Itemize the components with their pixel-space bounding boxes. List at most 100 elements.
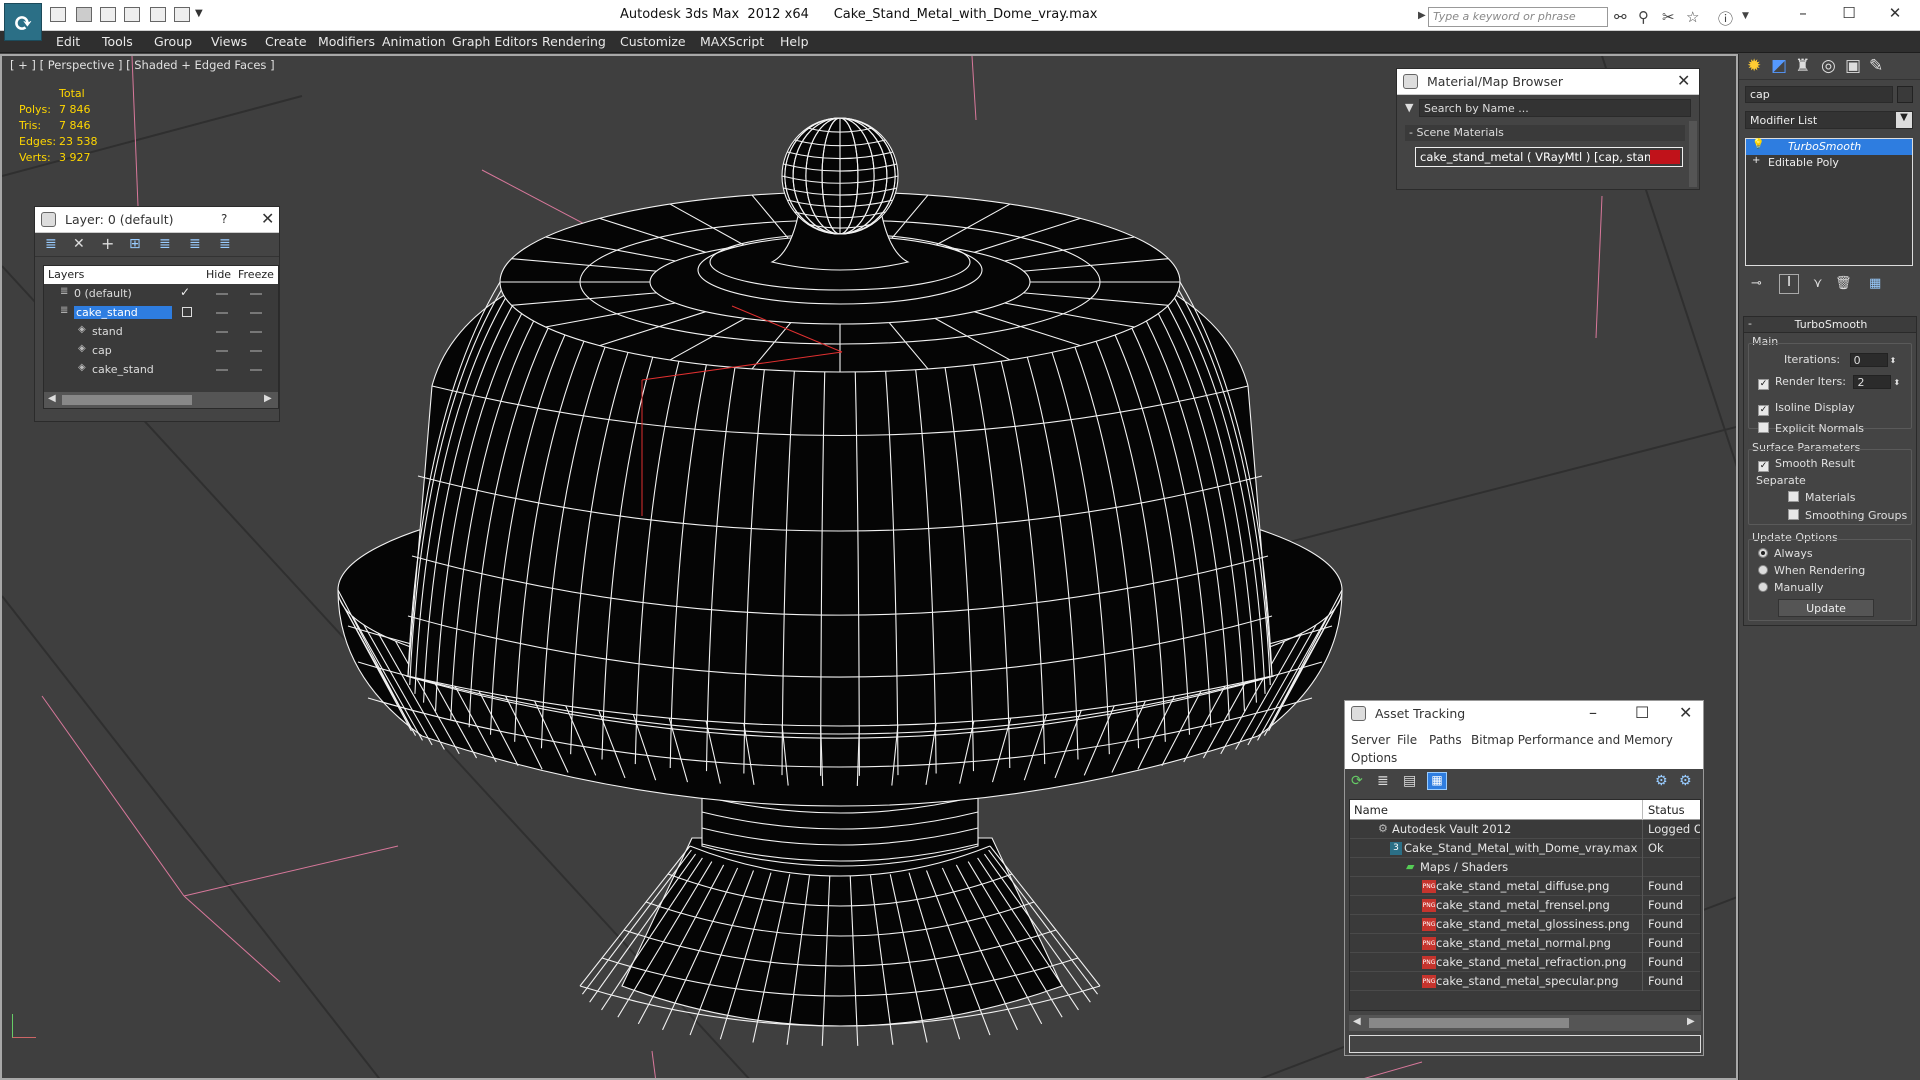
layers-column-header[interactable]: Layers (48, 268, 84, 281)
highlight-layer-icon[interactable]: ≣ (159, 236, 171, 252)
asset-maximize-button[interactable]: ☐ (1635, 703, 1649, 722)
asset-row[interactable]: PNG cake_stand_metal_specular.png Found (1350, 972, 1700, 991)
create-tab-icon[interactable]: ✹ (1747, 56, 1761, 76)
new-scene-icon[interactable] (100, 7, 116, 22)
layer-hide-toggle[interactable] (216, 331, 228, 333)
asset-menu-options[interactable]: Options (1351, 751, 1397, 765)
viewport-label[interactable]: [ + ] [ Perspective ] [ Shaded + Edged F… (10, 58, 275, 72)
asset-menu-server[interactable]: Server (1351, 733, 1390, 747)
layer-hide-toggle[interactable] (216, 293, 228, 295)
asset-path-field[interactable] (1349, 1035, 1701, 1053)
refresh-icon[interactable]: ⟳ (1351, 773, 1363, 789)
browser-options-icon[interactable]: ▼ (1405, 101, 1413, 114)
thumbnail-view-icon[interactable]: ▤ (1403, 773, 1416, 789)
display-tab-icon[interactable]: ▣ (1845, 56, 1861, 76)
help-icon[interactable]: ⓘ (1718, 8, 1733, 29)
manually-radio[interactable] (1758, 582, 1768, 592)
maximize-button[interactable]: ☐ (1838, 4, 1860, 24)
table-view-icon[interactable]: ▦ (1427, 772, 1447, 790)
hide-all-layers-icon[interactable]: ≣ (189, 236, 201, 252)
modifier-list-dropdown[interactable]: Modifier List ▼ (1745, 111, 1913, 129)
hierarchy-tab-icon[interactable]: ♜ (1795, 56, 1810, 76)
layer-row[interactable]: ◈ cake_stand (44, 360, 278, 379)
menu-animation[interactable]: Animation (382, 34, 446, 49)
undo-icon[interactable] (150, 7, 166, 22)
binoculars-icon[interactable]: ⚯ (1614, 8, 1627, 26)
render-iters-spinner[interactable]: 2 (1853, 375, 1892, 389)
asset-row[interactable]: ▰ Maps / Shaders (1350, 858, 1700, 877)
asset-row[interactable]: ⚙ Autodesk Vault 2012 Logged O (1350, 820, 1700, 839)
freeze-all-layers-icon[interactable]: ≣ (219, 236, 231, 252)
layer-freeze-toggle[interactable] (250, 331, 262, 333)
menu-views[interactable]: Views (211, 34, 247, 49)
materials-checkbox[interactable] (1788, 491, 1799, 502)
rollout-header[interactable]: - TurboSmooth (1744, 317, 1916, 333)
minimize-button[interactable]: – (1792, 4, 1814, 24)
material-browser-close-icon[interactable]: ✕ (1677, 71, 1690, 90)
configure-sets-icon[interactable]: ▦ (1869, 276, 1881, 291)
isoline-checkbox[interactable]: ✓ (1758, 405, 1769, 416)
column-divider[interactable] (1642, 800, 1643, 820)
asset-scroll-left-icon[interactable]: ◀ (1353, 1016, 1361, 1027)
asset-row[interactable]: PNG cake_stand_metal_normal.png Found (1350, 934, 1700, 953)
menu-customize[interactable]: Customize (620, 34, 686, 49)
layer-list-icon[interactable]: ≣ (45, 236, 57, 252)
hide-column-header[interactable]: Hide (206, 268, 231, 281)
pin-stack-icon[interactable]: ⊸ (1751, 276, 1762, 291)
layer-help-button[interactable]: ? (221, 212, 227, 226)
scroll-right-icon[interactable]: ▶ (264, 393, 272, 404)
menu-tools[interactable]: Tools (102, 34, 133, 49)
explicit-normals-checkbox[interactable] (1758, 422, 1769, 433)
asset-menu-paths[interactable]: Paths (1429, 733, 1462, 747)
layer-freeze-toggle[interactable] (250, 369, 262, 371)
freeze-column-header[interactable]: Freeze (238, 268, 274, 281)
current-layer-check-icon[interactable]: ✓ (180, 285, 190, 299)
help-dropdown-icon[interactable]: ▼ (1742, 11, 1749, 21)
asset-menu-file[interactable]: File (1397, 733, 1417, 747)
keyword-search-input[interactable]: Type a keyword or phrase (1428, 7, 1608, 27)
name-column-header[interactable]: Name (1354, 803, 1388, 817)
asset-menu-bitmap-performance[interactable]: Bitmap Performance and Memory (1471, 733, 1673, 747)
modify-tab-icon[interactable]: ◩ (1771, 56, 1787, 76)
asset-scroll-right-icon[interactable]: ▶ (1687, 1016, 1695, 1027)
layer-hide-toggle[interactable] (216, 350, 228, 352)
when-rendering-radio[interactable] (1758, 565, 1768, 575)
remove-modifier-icon[interactable]: 🗑 (1835, 276, 1852, 291)
motion-tab-icon[interactable]: ◎ (1821, 56, 1836, 76)
subscription-icon[interactable]: ⚲ (1638, 8, 1649, 26)
layer-freeze-toggle[interactable] (250, 293, 262, 295)
asset-close-icon[interactable]: ✕ (1679, 703, 1692, 722)
render-iters-checkbox[interactable]: ✓ (1758, 379, 1769, 390)
iterations-spinner[interactable]: 0 (1849, 353, 1888, 367)
delete-layer-icon[interactable]: ✕ (73, 236, 85, 252)
object-name-input[interactable]: cap (1745, 86, 1893, 103)
menu-rendering[interactable]: Rendering (542, 34, 606, 49)
asset-row[interactable]: 3 Cake_Stand_Metal_with_Dome_vray.max Ok (1350, 839, 1700, 858)
menu-maxscript[interactable]: MAXScript (700, 34, 764, 49)
layer-freeze-toggle[interactable] (250, 312, 262, 314)
hold-icon[interactable] (124, 7, 140, 22)
update-button[interactable]: Update (1778, 599, 1874, 617)
render-iters-spin-arrows-icon[interactable]: ⬍ (1893, 378, 1900, 387)
vault-options-icon[interactable]: ⚙ (1679, 773, 1692, 789)
smooth-result-checkbox[interactable]: ✓ (1758, 461, 1769, 472)
layer-horizontal-scrollbar[interactable]: ◀ ▶ (44, 392, 278, 408)
search-expand-icon[interactable]: ▶ (1418, 10, 1426, 21)
list-view-icon[interactable]: ≣ (1377, 773, 1389, 789)
communication-icon[interactable]: ✂ (1662, 8, 1675, 26)
layer-freeze-toggle[interactable] (250, 350, 262, 352)
layer-hide-toggle[interactable] (216, 312, 228, 314)
menu-edit[interactable]: Edit (56, 34, 80, 49)
app-logo-icon[interactable]: ⟳ (4, 3, 42, 41)
save-file-icon[interactable] (76, 7, 92, 22)
menu-group[interactable]: Group (154, 34, 192, 49)
iterations-spin-arrows-icon[interactable]: ⬍ (1890, 356, 1897, 365)
expand-plus-icon[interactable]: + (1752, 155, 1760, 166)
menu-create[interactable]: Create (265, 34, 307, 49)
current-layer-toggle[interactable] (182, 307, 192, 317)
status-column-header[interactable]: Status (1648, 803, 1685, 817)
smoothing-groups-checkbox[interactable] (1788, 509, 1799, 520)
layer-close-icon[interactable]: ✕ (261, 209, 274, 228)
layer-row[interactable]: ≣ cake_stand (44, 303, 278, 322)
scene-material-item[interactable]: cake_stand_metal ( VRayMtl ) [cap, stand… (1415, 147, 1683, 167)
